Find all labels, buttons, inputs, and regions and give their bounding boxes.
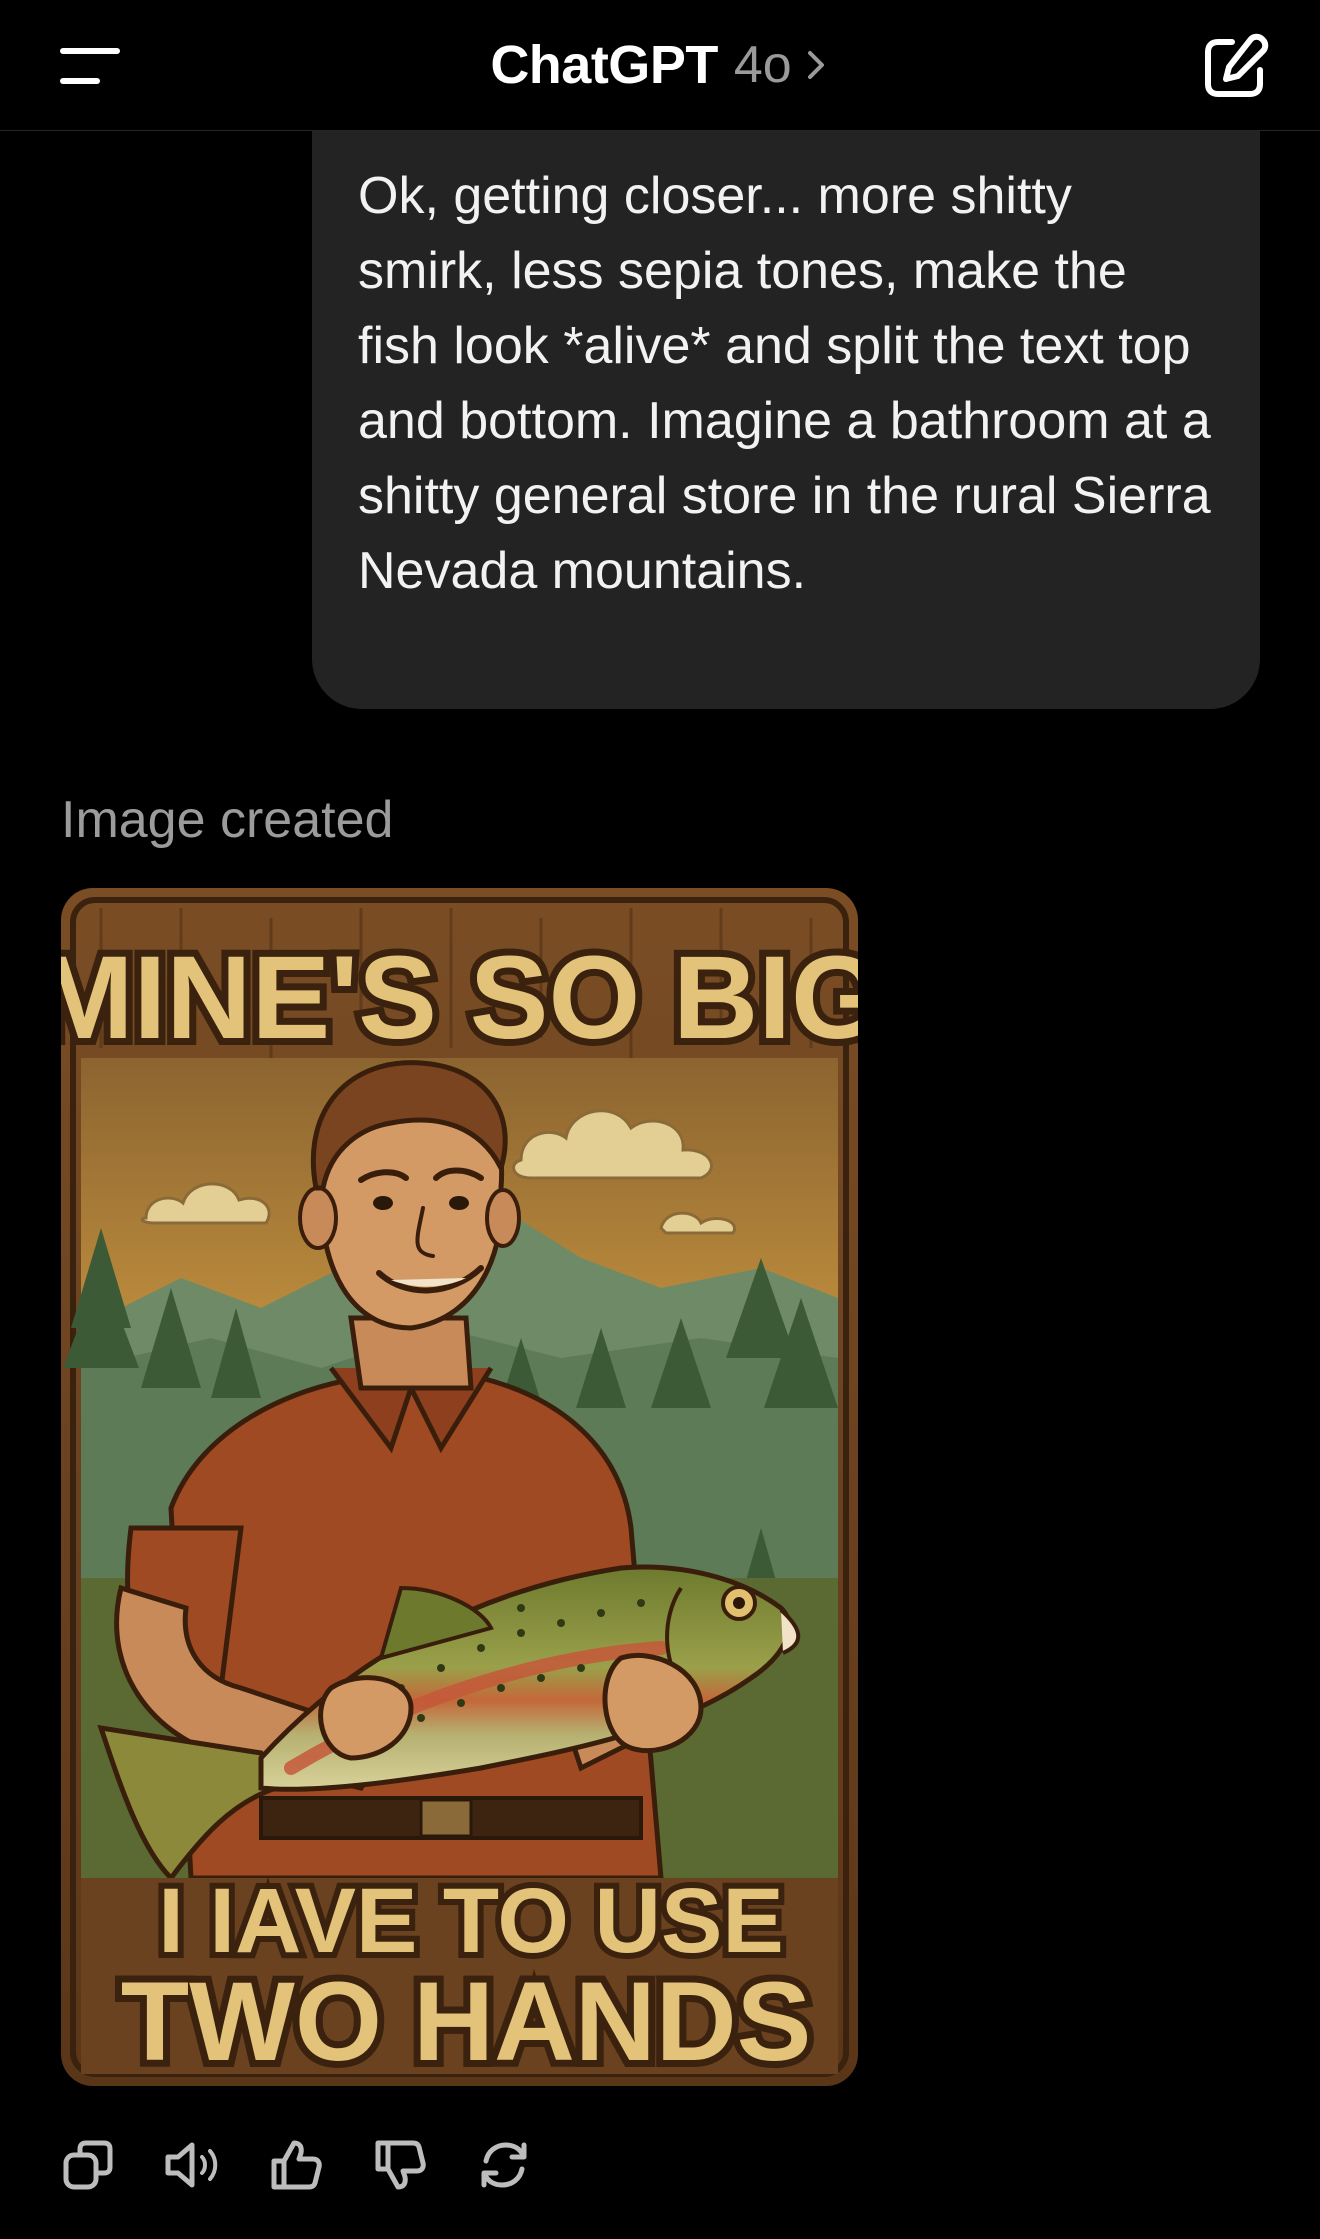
model-label: 4o (733, 36, 792, 94)
thumbs-up-icon[interactable] (264, 2133, 328, 2197)
edit-compose-icon[interactable] (1194, 28, 1274, 108)
fishing-poster-illustration: MINE'S SO BIG MINE'S SO BIG I IAVE TO US… (61, 888, 858, 2086)
menu-bar-top (60, 48, 120, 54)
hamburger-menu-icon[interactable] (44, 26, 134, 106)
thumbs-down-icon[interactable] (368, 2133, 432, 2197)
read-aloud-speaker-icon[interactable] (160, 2133, 224, 2197)
top-nav-bar: ChatGPT 4o (0, 0, 1320, 131)
menu-bar-bottom (60, 78, 100, 84)
chevron-right-icon (807, 51, 824, 79)
app-title: ChatGPT (490, 35, 718, 95)
poster-bottom-line1: I IAVE TO USE (158, 1870, 783, 1972)
model-selector-button[interactable]: ChatGPT 4o (470, 30, 850, 100)
regenerate-icon[interactable] (472, 2133, 536, 2197)
copy-icon[interactable] (56, 2133, 120, 2197)
user-message-text: Ok, getting closer... more shitty smirk,… (358, 167, 1211, 600)
user-message-bubble: Ok, getting closer... more shitty smirk,… (312, 131, 1260, 709)
message-action-bar (56, 2133, 576, 2197)
poster-top-text: MINE'S SO BIG (61, 932, 858, 1064)
generated-image[interactable]: MINE'S SO BIG MINE'S SO BIG I IAVE TO US… (61, 888, 858, 2086)
poster-bottom-line2: TWO HANDS (121, 1959, 812, 2084)
image-created-status: Image created (61, 791, 394, 849)
